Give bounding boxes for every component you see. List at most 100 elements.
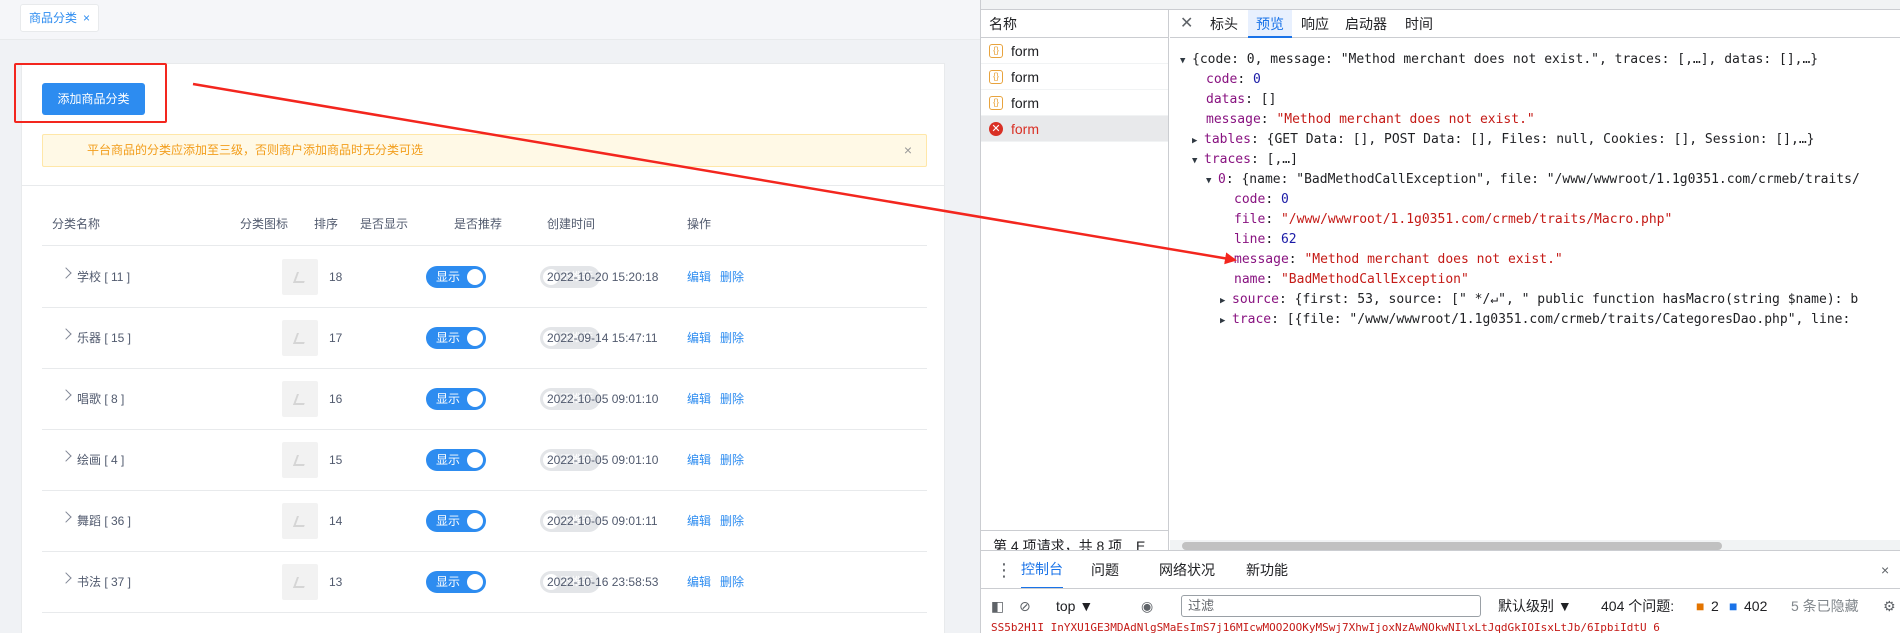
- show-toggle[interactable]: 显示: [426, 449, 486, 471]
- kebab-menu-icon[interactable]: ⋮: [995, 551, 1013, 589]
- request-list-header: 名称: [981, 10, 1168, 38]
- edit-link[interactable]: 编辑: [687, 430, 711, 490]
- expand-right-icon[interactable]: ▶: [1192, 131, 1204, 151]
- sort-value: 15: [329, 453, 343, 467]
- add-category-button[interactable]: 添加商品分类: [42, 83, 145, 115]
- chevron-right-icon[interactable]: [60, 328, 72, 340]
- json-line[interactable]: ▼ traces: [,…]: [1192, 150, 1298, 170]
- chevron-right-icon[interactable]: [60, 511, 72, 523]
- filter-input[interactable]: 过滤: [1181, 595, 1481, 617]
- show-toggle[interactable]: 显示: [426, 388, 486, 410]
- show-toggle[interactable]: 显示: [426, 510, 486, 532]
- tab-whats-new[interactable]: 新功能: [1246, 551, 1288, 589]
- request-item[interactable]: {} form: [981, 38, 1168, 64]
- created-time: 2022-10-05 09:01:10: [547, 453, 659, 467]
- expand-down-icon[interactable]: ▼: [1192, 151, 1204, 171]
- delete-link[interactable]: 删除: [720, 430, 744, 490]
- edit-link[interactable]: 编辑: [687, 247, 711, 307]
- sort-value: 17: [329, 331, 343, 345]
- column-header: 分类名称: [52, 217, 101, 231]
- expand-down-icon[interactable]: ▼: [1180, 51, 1192, 71]
- close-icon[interactable]: ✕: [1180, 10, 1193, 38]
- tab-category[interactable]: 商品分类 ×: [20, 4, 100, 32]
- json-line[interactable]: ▶ tables: {GET Data: [], POST Data: [], F…: [1192, 130, 1815, 150]
- column-header: 是否推荐: [454, 217, 503, 231]
- json-value: {name: "BadMethodCallException", file: "…: [1241, 172, 1860, 187]
- scrollbar-thumb[interactable]: [1182, 542, 1722, 550]
- show-toggle[interactable]: 显示: [426, 266, 486, 288]
- image-placeholder-icon: [282, 320, 318, 356]
- json-key: code: [1234, 192, 1266, 207]
- tab-issues[interactable]: 问题: [1091, 551, 1119, 589]
- gear-icon[interactable]: ⚙: [1883, 589, 1896, 623]
- delete-link[interactable]: 删除: [720, 552, 744, 612]
- tab-category-label: 商品分类: [29, 11, 78, 25]
- close-icon[interactable]: ×: [904, 135, 912, 166]
- json-key: 0: [1218, 172, 1226, 187]
- tab-timing[interactable]: 时间: [1405, 10, 1433, 38]
- close-icon[interactable]: ×: [83, 5, 90, 31]
- request-name: form: [1011, 69, 1039, 85]
- admin-app: 商品分类 × 添加商品分类 平台商品的分类应添加至三级，否则商户添加商品时无分类…: [0, 0, 980, 633]
- tab-initiator[interactable]: 启动器: [1345, 10, 1387, 38]
- issues-count[interactable]: 404 个问题:: [1601, 589, 1674, 623]
- json-key: name: [1234, 272, 1266, 287]
- log-level-select[interactable]: 默认级别 ▼: [1498, 589, 1572, 623]
- delete-link[interactable]: 删除: [720, 247, 744, 307]
- json-key: message: [1234, 252, 1289, 267]
- json-line: message: "Method merchant does not exist…: [1234, 252, 1563, 267]
- json-line[interactable]: ▶ source: {first: 53, source: [" */↵", " …: [1220, 290, 1858, 310]
- json-line: code: 0: [1234, 192, 1289, 207]
- show-toggle[interactable]: 显示: [426, 327, 486, 349]
- tab-preview[interactable]: 预览: [1248, 10, 1292, 38]
- request-list: 名称 {} form{} form{} form ✕ form 第 4 项请求，共 8 项…: [981, 10, 1169, 554]
- json-key: trace: [1232, 312, 1272, 327]
- json-key: file: [1234, 212, 1266, 227]
- category-name: 唱歌 [ 8 ]: [77, 392, 125, 406]
- json-key: message: [1206, 112, 1261, 127]
- tab-response[interactable]: 响应: [1301, 10, 1329, 38]
- json-preview: ▼ {code: 0, message: "Method merchant doe…: [1170, 50, 1900, 530]
- request-item[interactable]: {} form: [981, 90, 1168, 116]
- image-placeholder-icon: [282, 503, 318, 539]
- edit-link[interactable]: 编辑: [687, 308, 711, 368]
- chevron-right-icon[interactable]: [60, 267, 72, 279]
- table-header: 分类名称 分类图标 排序 是否显示 是否推荐 创建时间 操作: [42, 202, 927, 246]
- console-drawer-tabs: ⋮ 控制台 问题 网络状况 新功能 ×: [981, 550, 1900, 589]
- delete-link[interactable]: 删除: [720, 491, 744, 551]
- sort-value: 16: [329, 392, 343, 406]
- edit-link[interactable]: 编辑: [687, 552, 711, 612]
- json-key: traces: [1204, 152, 1251, 167]
- request-item[interactable]: ✕ form: [981, 116, 1168, 142]
- json-root-line[interactable]: ▼ {code: 0, message: "Method merchant doe…: [1180, 50, 1818, 70]
- context-select[interactable]: top ▼: [1056, 589, 1093, 623]
- edit-link[interactable]: 编辑: [687, 369, 711, 429]
- chevron-right-icon[interactable]: [60, 572, 72, 584]
- json-number: 62: [1280, 232, 1297, 247]
- chevron-right-icon[interactable]: [60, 389, 72, 401]
- expand-down-icon[interactable]: ▼: [1206, 171, 1218, 191]
- image-placeholder-icon: [282, 259, 318, 295]
- expand-right-icon[interactable]: ▶: [1220, 311, 1232, 331]
- tab-console[interactable]: 控制台: [1021, 551, 1063, 589]
- clear-console-icon[interactable]: ⊘: [1019, 589, 1031, 623]
- eye-icon[interactable]: ◉: [1141, 589, 1153, 623]
- show-toggle[interactable]: 显示: [426, 571, 486, 593]
- sidebar-toggle-icon[interactable]: ◧: [991, 589, 1004, 623]
- request-item[interactable]: {} form: [981, 64, 1168, 90]
- close-icon[interactable]: ×: [1881, 551, 1889, 589]
- json-number: 0: [1280, 192, 1289, 207]
- json-line[interactable]: ▼ 0: {name: "BadMethodCallException", fil…: [1206, 170, 1860, 190]
- edit-link[interactable]: 编辑: [687, 491, 711, 551]
- json-line[interactable]: ▶ trace: [{file: "/www/wwwroot/1.1g0351.c…: [1220, 310, 1850, 330]
- toggle-knob: [467, 452, 483, 468]
- info-icon: ■: [1729, 598, 1738, 614]
- chevron-right-icon[interactable]: [60, 450, 72, 462]
- json-file-icon: {}: [989, 96, 1003, 110]
- tab-network-conditions[interactable]: 网络状况: [1159, 551, 1215, 589]
- json-key: code: [1206, 72, 1238, 87]
- expand-right-icon[interactable]: ▶: [1220, 291, 1232, 311]
- delete-link[interactable]: 删除: [720, 308, 744, 368]
- delete-link[interactable]: 删除: [720, 369, 744, 429]
- tab-headers[interactable]: 标头: [1210, 10, 1238, 38]
